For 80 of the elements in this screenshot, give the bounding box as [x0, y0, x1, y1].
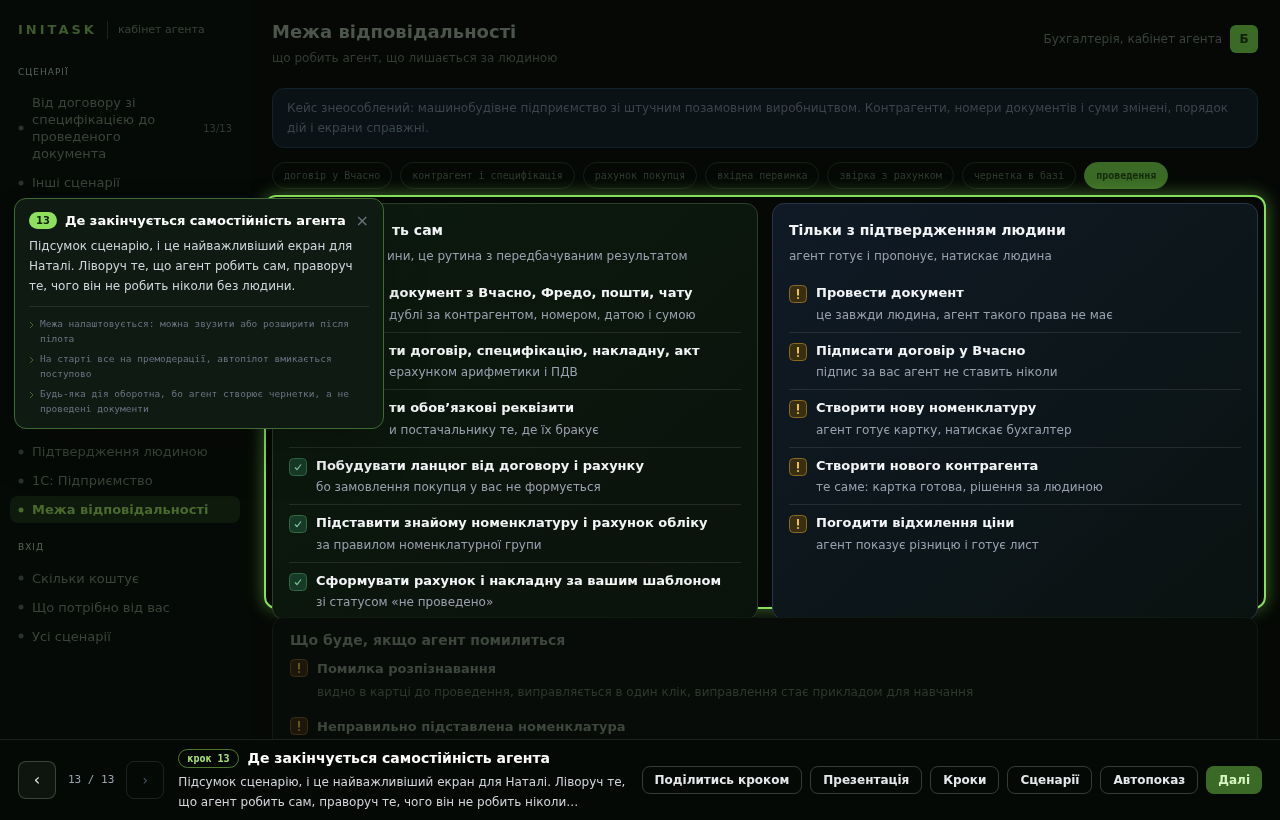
bullet-icon: [18, 179, 24, 186]
brand-logo: INITASK: [18, 21, 97, 39]
item-title: Провести документ: [816, 284, 965, 302]
nav-item[interactable]: 1С: Підприємство: [10, 467, 240, 494]
step-description: Підсумок сценарію, і це найважливіший екран для Наталі. Ліворуч те, що агент робить сам, праворуч те, чого він не робить ніколи…: [178, 774, 627, 811]
bullet-icon: [18, 633, 24, 639]
warning-icon: [290, 659, 308, 677]
footer-button[interactable]: Кроки: [930, 766, 1000, 794]
item-title: документ з Вчасно, Фредо, пошти, чату: [389, 284, 694, 302]
item-title: Погодити відхилення ціни: [816, 514, 1016, 532]
check-icon: [289, 515, 307, 533]
bullet-icon: [18, 125, 24, 131]
item-title: Підставити знайому номенклатуру і рахунок обліку: [316, 514, 708, 532]
footer-button[interactable]: Поділитись кроком: [641, 766, 803, 794]
footer-button[interactable]: Презентація: [810, 766, 923, 794]
popover-note: На старті все на премодерації, автопілот вмикається поступово: [40, 351, 333, 381]
step-chip[interactable]: проведення: [1084, 162, 1169, 189]
error-title: Помилка розпізнавання: [317, 660, 498, 678]
column-title: ть сам: [392, 221, 445, 240]
warning-icon: [290, 716, 308, 735]
item-description: це завжди людина, агент такого права не має: [816, 306, 1113, 324]
item-description: за правилом номенклатурної групи: [316, 536, 543, 554]
column-title: Тільки з підтвердженням людини: [789, 221, 1067, 240]
column-subtitle: агент готує і пропонує, натискає людина: [789, 248, 1053, 265]
nav-item[interactable]: Скільки коштує: [10, 564, 240, 592]
item-description: дублі за контрагентом, номером, датою і сумою: [389, 306, 696, 324]
footer-button[interactable]: Автопоказ: [1100, 766, 1199, 794]
item-title: ти договір, специфікацію, накладну, акт: [389, 341, 700, 360]
step-badge: 13: [29, 212, 57, 230]
popover-note: Межа налаштовується: можна звузити або розширити після пілота: [40, 316, 350, 346]
warning-icon: [789, 342, 807, 361]
check-icon: [289, 457, 307, 476]
popover-note: Будь-яка дія оборотна, бо агент створює чернетки, а не проведені документи: [40, 386, 350, 416]
warning-icon: [789, 457, 807, 476]
warning-icon: [789, 285, 807, 303]
item-title: Сформувати рахунок і накладну за вашим шаблоном: [316, 571, 722, 590]
item-description: те саме: картка готова, рішення за людиною: [816, 479, 1103, 496]
item-description: агент готує картку, натискає бухгалтер: [816, 421, 1072, 439]
nav-item[interactable]: Що потрібно від вас: [10, 593, 240, 621]
warning-icon: [789, 400, 807, 418]
bullet-icon: [18, 604, 24, 610]
item-description: зі статусом «не проведено»: [316, 594, 495, 611]
item-description: агент показує різницю і готує лист: [816, 536, 1039, 554]
chevron-icon: [29, 390, 34, 399]
column-subtitle: ини, це рутина з передбачуваним результатом: [387, 248, 689, 265]
section-label: СЦЕНАРІЇ: [17, 65, 70, 79]
section-label: ВХІД: [17, 541, 46, 554]
check-icon: [289, 572, 307, 591]
nav-item[interactable]: Межа відповідальності: [10, 496, 240, 523]
footer-button[interactable]: Сценарії: [1007, 766, 1093, 794]
step-title: Де закінчується самостійність агента: [247, 749, 550, 768]
nav-item[interactable]: Інші сценарії: [10, 169, 240, 196]
avatar[interactable]: Б: [1230, 25, 1258, 53]
item-description: ерахунком арифметики і ПДВ: [389, 364, 579, 381]
item-description: підпис за вас агент не ставить ніколи: [816, 364, 1058, 381]
item-description: и постачальнику те, де їх бракує: [389, 421, 599, 439]
chevron-icon: [29, 355, 34, 364]
item-title: Побудувати ланцюг від договору і рахунку: [316, 456, 644, 475]
item-title: Створити нову номенклатуру: [816, 399, 1038, 417]
account-name: Бухгалтерія, кабінет агента: [1043, 31, 1222, 48]
step-counter: 13 / 13: [68, 771, 115, 788]
item-title: Створити нового контрагента: [816, 456, 1040, 475]
page-title: Межа відповідальності: [272, 20, 518, 44]
nav-item[interactable]: Усі сценарії: [10, 622, 240, 650]
errors-title: Що буде, якщо агент помилиться: [290, 631, 567, 650]
item-title: Підписати договір у Вчасно: [816, 341, 1027, 360]
error-title: Неправильно підставлена номенклатура: [317, 717, 626, 736]
item-title: ти обов’язкові реквізити: [389, 399, 576, 417]
warning-icon: [789, 515, 807, 533]
bullet-icon: [18, 448, 24, 455]
bullet-icon: [18, 477, 24, 484]
close-button[interactable]: ×: [355, 212, 369, 229]
popover-text: Підсумок сценарію, і це найважливіший екран для Наталі. Ліворуч те, що агент робить сам, праворуч те, чого він не робить ніколи без людини.: [29, 235, 369, 307]
chevron-icon: [29, 320, 34, 329]
bullet-icon: [18, 506, 24, 513]
previous-button[interactable]: ‹: [18, 761, 56, 799]
footer-button[interactable]: Далі: [1206, 766, 1262, 794]
popover-title: Де закінчується самостійність агента: [64, 212, 347, 230]
item-description: бо замовлення покупця у вас не формується: [316, 479, 602, 496]
bullet-icon: [18, 575, 24, 581]
